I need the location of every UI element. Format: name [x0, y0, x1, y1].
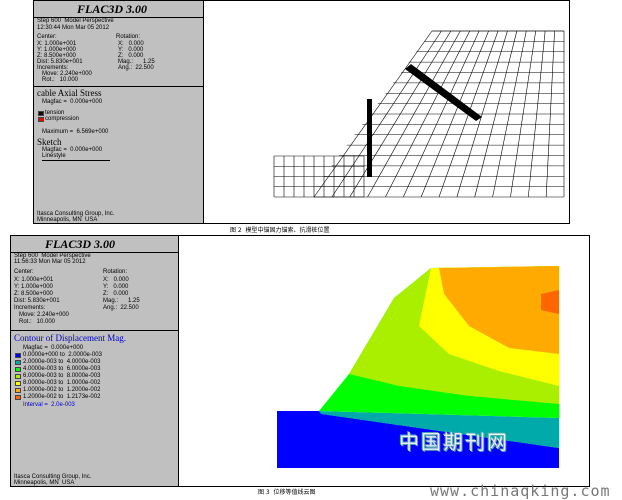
top-divider	[34, 86, 203, 87]
watermark-cn: 中国期刊网	[399, 430, 509, 454]
mesh-grid	[273, 30, 565, 198]
legend-swatch	[15, 360, 21, 365]
displacement-contour-plot	[277, 266, 559, 468]
linestyle-label: Linestyle	[42, 153, 66, 159]
bottom-rotation-label: Rotation:	[103, 269, 128, 275]
legend-swatch	[15, 374, 21, 379]
legend-swatch	[15, 381, 21, 386]
top-center-label: Center:	[37, 34, 57, 40]
bottom-model-view[interactable]: 中国期刊网	[179, 236, 589, 486]
legend-label: 8.0000e-003 to 1.0000e-002	[23, 380, 101, 386]
sketch-title: Sketch	[37, 137, 62, 147]
bottom-magfac: Magfac = 0.000e+000	[23, 345, 84, 351]
legend-label: 6.0000e-003 to 8.0000e-003	[23, 373, 101, 379]
legend-swatch	[15, 388, 21, 393]
bottom-flac-window: FLAC3D 3.00 Step 600 Model Perspective 1…	[10, 235, 590, 487]
top-app-title: FLAC3D 3.00	[77, 2, 148, 16]
legend-label: 4.0000e-003 to 6.0000e-003	[23, 366, 101, 372]
bottom-legend-sidebar: FLAC3D 3.00 Step 600 Model Perspective 1…	[11, 236, 179, 486]
top-time-line: 12:30:44 Mon Mar 05 2012	[37, 25, 110, 31]
top-company-2: Minneapolis, MN USA	[37, 217, 98, 223]
bottom-rot-x: X: 0.000	[103, 277, 129, 283]
slope-mesh-plot	[273, 30, 565, 198]
top-model-view[interactable]	[204, 1, 569, 223]
contour-band-red	[541, 290, 559, 314]
bottom-rot: Rot.: 10.000	[19, 319, 56, 325]
compression-label: compression	[45, 116, 80, 122]
top-legend-sidebar: FLAC3D 3.00 Step 600 Model Perspective 1…	[34, 1, 204, 223]
top-rotation-label: Rotation:	[116, 34, 141, 40]
legend-swatch	[15, 367, 21, 372]
bottom-app-title: FLAC3D 3.00	[45, 237, 116, 251]
top-rot: Rot.: 10.000	[42, 77, 79, 83]
top-figure-caption: 图 2 模型中锚固力锚索、抗滑桩位置	[230, 227, 330, 234]
bottom-mag: Mag.: 1.25	[103, 298, 140, 304]
tension-swatch	[38, 111, 44, 116]
linestyle-line	[42, 160, 110, 161]
top-maximum: Maximum = 6.569e+000	[42, 129, 109, 135]
top-step-line: Step 600 Model Perspective	[37, 18, 114, 24]
bottom-figure-caption: 图 3 位移等值线云图	[258, 489, 316, 496]
bottom-center-z: Z: 8.500e+000	[14, 291, 53, 297]
top-ang: Ang.: 22.500	[118, 65, 154, 71]
top-flac-window: FLAC3D 3.00 Step 600 Model Perspective 1…	[33, 0, 570, 224]
bottom-section-title: Contour of Displacement Mag.	[14, 333, 126, 343]
bottom-center-y: Y: 1.000e+000	[14, 284, 53, 290]
bottom-rot-y: Y: 0.000	[103, 284, 129, 290]
watermark-url: www.chinaqking.com	[430, 482, 611, 500]
legend-label: 2.0000e-003 to 4.0000e-003	[23, 359, 101, 365]
bottom-company-2: Minneapolis, MN USA	[14, 480, 75, 486]
bottom-increments-label: Increments:	[14, 305, 46, 311]
compression-swatch	[38, 117, 44, 122]
bottom-center-label: Center:	[14, 269, 34, 275]
bottom-dist: Dist: 5.830e+001	[14, 298, 60, 304]
bottom-time-line: 11:56:33 Mon Mar 05 2012	[14, 259, 86, 265]
bottom-rot-z: Z: 0.000	[103, 291, 129, 297]
top-magfac: Magfac = 0.000e+000	[42, 99, 103, 105]
legend-swatch	[15, 353, 21, 358]
top-section-title: cable Axial Stress	[37, 88, 102, 98]
legend-swatch	[15, 395, 21, 400]
bottom-ang: Ang.: 22.500	[103, 305, 139, 311]
bottom-divider	[11, 330, 178, 331]
anti-slide-pile	[367, 99, 372, 177]
bottom-center-x: X: 1.000e+001	[14, 277, 54, 283]
legend-label: 1.2000e-002 to 1.2173e-002	[23, 394, 101, 400]
bottom-move: Move: 2.240e+000	[19, 312, 69, 318]
contour-interval: Interval = 2.0e-003	[23, 402, 75, 408]
legend-label: 0.0000e+000 to 2.0000e-003	[23, 352, 102, 358]
legend-label: 1.0000e-002 to 1.2000e-002	[23, 387, 101, 393]
